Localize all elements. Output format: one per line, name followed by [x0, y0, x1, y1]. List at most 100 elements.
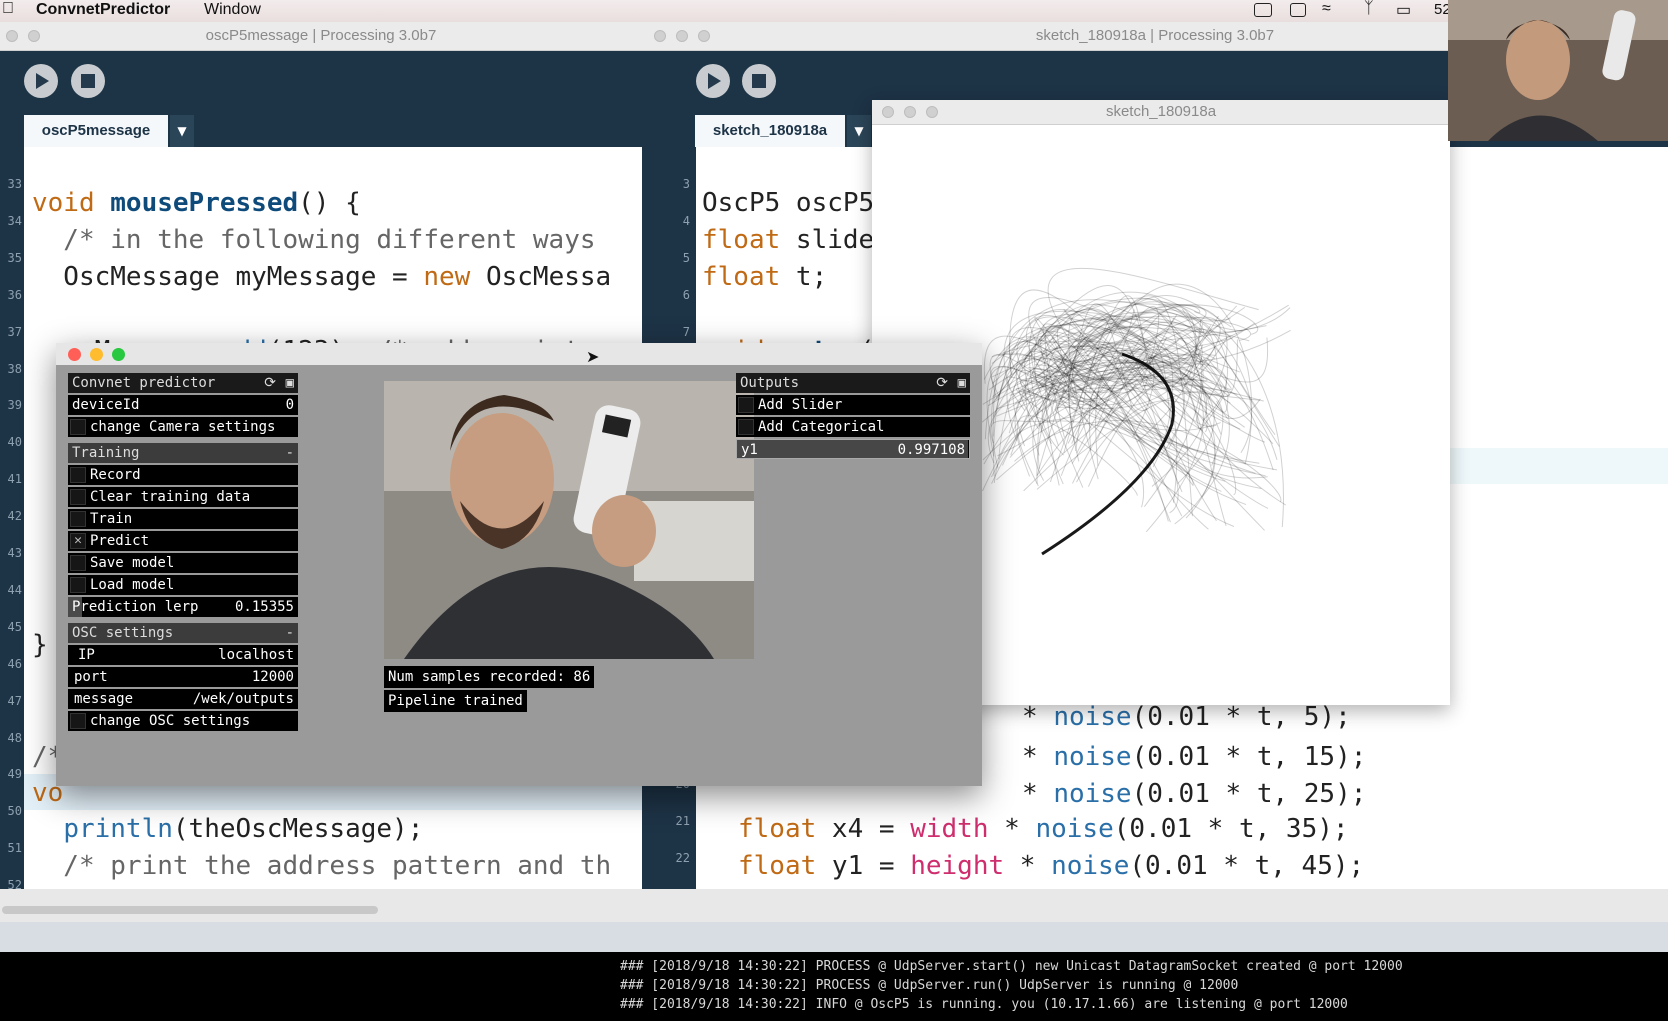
code-line-20: * noise(0.01 * t, 25);	[1022, 779, 1367, 809]
checkbox[interactable]	[70, 467, 86, 483]
zoom-button[interactable]	[698, 30, 710, 42]
slider-label: y1	[741, 442, 758, 458]
training-predict-button[interactable]: ✕ Predict	[68, 531, 298, 551]
button-label: change OSC settings	[90, 713, 251, 729]
airplay-icon[interactable]: ▭	[1396, 0, 1411, 20]
minimize-button[interactable]	[904, 106, 916, 118]
sketch-titlebar: sketch_180918a	[872, 100, 1450, 125]
training-train-button[interactable]: Train	[68, 509, 298, 529]
close-button[interactable]	[68, 348, 81, 361]
button-label: Predict	[90, 533, 150, 549]
osc-section-header[interactable]: OSC settings -	[68, 623, 298, 643]
collapse-icon[interactable]: -	[286, 623, 294, 643]
close-button[interactable]	[6, 30, 18, 42]
line-number: 49	[7, 767, 22, 782]
checkbox[interactable]: ✕	[70, 533, 86, 549]
add-slider-button[interactable]: Add Slider	[736, 395, 970, 415]
line-number: 36	[7, 287, 22, 302]
apple-icon[interactable]: 	[2, 0, 14, 18]
stop-button[interactable]	[742, 64, 776, 98]
stop-button[interactable]	[71, 64, 105, 98]
close-button[interactable]	[882, 106, 894, 118]
field-value: 12000	[251, 669, 294, 685]
collapse-icon[interactable]: -	[286, 443, 294, 463]
line-number: 45	[7, 619, 22, 634]
outputs-header: Outputs ⟳ ▣	[736, 373, 970, 393]
minimize-button[interactable]	[90, 348, 103, 361]
minimize-button[interactable]	[676, 30, 688, 42]
tab-menu-arrow-icon[interactable]: ▼	[847, 115, 871, 147]
console: ### [2018/9/18 14:30:22] PROCESS @ UdpSe…	[0, 952, 1668, 1021]
code-line-5: float slider	[702, 225, 890, 255]
tab-menu-arrow-icon[interactable]: ▼	[170, 115, 194, 147]
line-number: 33	[7, 177, 22, 191]
line-number: 51	[7, 841, 22, 856]
line-number: 52	[7, 878, 22, 893]
close-button[interactable]	[654, 30, 666, 42]
osc-ip-field[interactable]: IP localhost	[68, 645, 298, 665]
line-number: 40	[7, 435, 22, 450]
checkbox[interactable]	[70, 489, 86, 505]
osc-port-field[interactable]: port 12000	[68, 667, 298, 687]
button-label: Save model	[90, 555, 175, 571]
horizontal-scrollbar[interactable]	[2, 906, 378, 914]
add-categorical-button[interactable]: Add Categorical	[736, 417, 970, 437]
zoom-button[interactable]	[926, 106, 938, 118]
line-number: 34	[7, 213, 22, 228]
minimize-button[interactable]	[28, 30, 40, 42]
checkbox[interactable]	[70, 555, 86, 571]
run-button[interactable]	[24, 64, 58, 98]
field-label: message	[74, 691, 134, 707]
line-number: 3	[682, 177, 690, 191]
section-title: Training	[72, 445, 140, 461]
checkbox[interactable]	[70, 577, 86, 593]
checkbox[interactable]	[70, 419, 86, 435]
device-id-field[interactable]: deviceId 0	[68, 395, 298, 415]
left-window-titlebar: oscP5message | Processing 3.0b7	[0, 22, 642, 51]
tab-oscp5message[interactable]: oscP5message	[24, 115, 168, 147]
change-camera-settings-button[interactable]: change Camera settings	[68, 417, 298, 437]
save-icon[interactable]: ▣	[958, 373, 966, 393]
prediction-lerp-slider[interactable]: Prediction lerp 0.15355	[68, 597, 298, 617]
training-record-button[interactable]: Record	[68, 465, 298, 485]
panel-title: Outputs	[740, 375, 800, 391]
checkbox[interactable]	[70, 511, 86, 527]
convnet-predictor-window: ➤ Convnet predictor ⟳ ▣ deviceId 0 chang…	[56, 343, 982, 786]
camera-feed	[384, 381, 754, 659]
checkbox[interactable]	[70, 713, 86, 729]
save-icon[interactable]: ▣	[286, 373, 294, 393]
change-osc-settings-button[interactable]: change OSC settings	[68, 711, 298, 731]
line-number: 21	[675, 813, 690, 828]
training-load-model-button[interactable]: Load model	[68, 575, 298, 595]
slider-value: 0.15355	[234, 599, 294, 615]
y1-output-slider[interactable]: y1 0.997108	[736, 439, 970, 459]
stop-icon	[752, 74, 766, 88]
line-number: 48	[7, 730, 22, 745]
training-section-header[interactable]: Training -	[68, 443, 298, 463]
refresh-icon[interactable]: ⟳	[936, 373, 948, 393]
field-label: port	[74, 669, 108, 685]
wifi-icon[interactable]: ≈	[1322, 0, 1331, 18]
tab-sketch[interactable]: sketch_180918a	[695, 115, 845, 147]
checkbox[interactable]	[738, 397, 754, 413]
slider-label: Prediction lerp	[72, 599, 199, 615]
grid-icon[interactable]	[1290, 3, 1306, 17]
line-number: 38	[7, 361, 22, 376]
window-menu[interactable]: Window	[204, 1, 261, 19]
osc-message-field[interactable]: message /wek/outputs	[68, 689, 298, 709]
line-number: 5	[682, 250, 690, 265]
button-label: Add Categorical	[758, 419, 885, 435]
training-clear-training-data-button[interactable]: Clear training data	[68, 487, 298, 507]
code-line-21: float x4 = width * noise(0.01 * t, 35);	[738, 814, 1349, 844]
training-save-model-button[interactable]: Save model	[68, 553, 298, 573]
bluetooth-icon[interactable]: ᛉ	[1364, 0, 1374, 18]
left-toolbar: oscP5message ▼	[0, 51, 642, 147]
line-number: 47	[7, 693, 22, 708]
checkbox[interactable]	[738, 419, 754, 435]
facetime-icon[interactable]	[1254, 3, 1272, 17]
predictor-titlebar	[56, 343, 982, 365]
zoom-button[interactable]	[112, 348, 125, 361]
app-menu[interactable]: ConvnetPredictor	[36, 1, 170, 19]
refresh-icon[interactable]: ⟳	[264, 373, 276, 393]
run-button[interactable]	[696, 64, 730, 98]
